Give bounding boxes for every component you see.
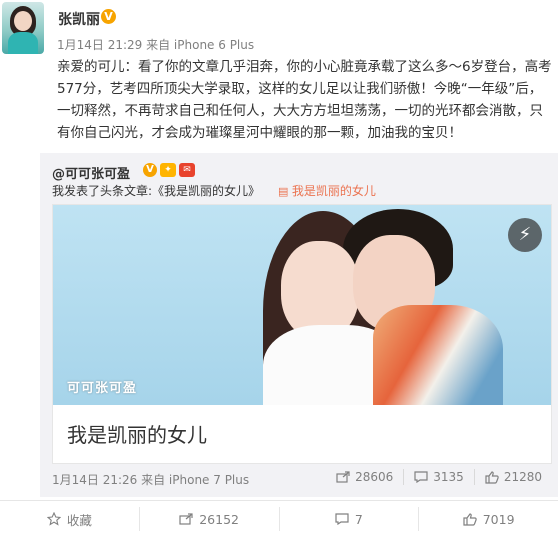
verified-badge-icon: V: [143, 163, 157, 177]
article-link-icon: ▤: [278, 185, 292, 198]
collect-button[interactable]: 收藏: [0, 507, 139, 531]
comment-icon: [414, 471, 428, 483]
share-icon: [336, 471, 350, 483]
repost-text: 我发表了头条文章:《我是凯丽的女儿》: [52, 184, 261, 198]
repost-stats: 28606 3135 21280: [326, 469, 552, 485]
repost-share-count: 28606: [355, 470, 394, 484]
author-avatar[interactable]: [2, 2, 44, 54]
star-icon: [46, 512, 61, 526]
lightning-icon: ⚡: [508, 218, 542, 252]
article-title: 我是凯丽的女儿: [67, 423, 207, 447]
thumbs-up-icon: [485, 470, 499, 484]
like-count: 7019: [482, 511, 515, 527]
repost-like-count: 21280: [503, 470, 542, 484]
vip-badge-icon: ✦: [160, 163, 176, 177]
share-count: 26152: [199, 511, 239, 527]
author-name[interactable]: 张凯丽: [58, 9, 100, 29]
repost-author[interactable]: @可可张可盈: [52, 163, 130, 182]
comment-button[interactable]: 7: [278, 507, 419, 531]
article-cover-image: ⚡ 可可张可盈: [53, 205, 551, 405]
comment-count: 7: [354, 511, 363, 527]
cover-watermark: 可可张可盈: [67, 381, 138, 396]
repost-block: @可可张可盈 V ✦ ✉ 我发表了头条文章:《我是凯丽的女儿》 ▤ 我是凯丽的女…: [40, 153, 558, 497]
weibo-post: 张凯丽 V 1月14日 21:29 来自 iPhone 6 Plus 亲爱的可儿…: [0, 0, 558, 537]
action-bar: 收藏 26152 7 7019: [0, 500, 558, 537]
thumbs-up-icon: [463, 512, 477, 526]
verified-badge-icon: V: [101, 9, 116, 24]
repost-share-stat[interactable]: 28606: [326, 469, 403, 485]
article-card[interactable]: ⚡ 可可张可盈 我是凯丽的女儿: [52, 204, 552, 464]
collect-label: 收藏: [66, 512, 92, 528]
share-button[interactable]: 26152: [138, 507, 279, 531]
article-link-label: 我是凯丽的女儿: [291, 184, 376, 198]
post-meta: 1月14日 21:29 来自 iPhone 6 Plus: [57, 38, 255, 52]
repost-like-stat[interactable]: 21280: [473, 469, 552, 485]
repost-meta: 1月14日 21:26 来自 iPhone 7 Plus: [52, 473, 250, 487]
repost-comment-stat[interactable]: 3135: [403, 469, 474, 485]
like-button[interactable]: 7019: [418, 507, 558, 531]
share-icon: [179, 513, 193, 525]
red-envelope-badge-icon: ✉: [179, 163, 195, 177]
article-link[interactable]: ▤ 我是凯丽的女儿: [278, 182, 376, 199]
post-content: 亲爱的可儿：看了你的文章几乎泪奔，你的小心脏竟承载了这么多～6岁登台，高考577…: [57, 59, 552, 141]
repost-comment-count: 3135: [433, 470, 464, 484]
comment-icon: [335, 513, 349, 525]
